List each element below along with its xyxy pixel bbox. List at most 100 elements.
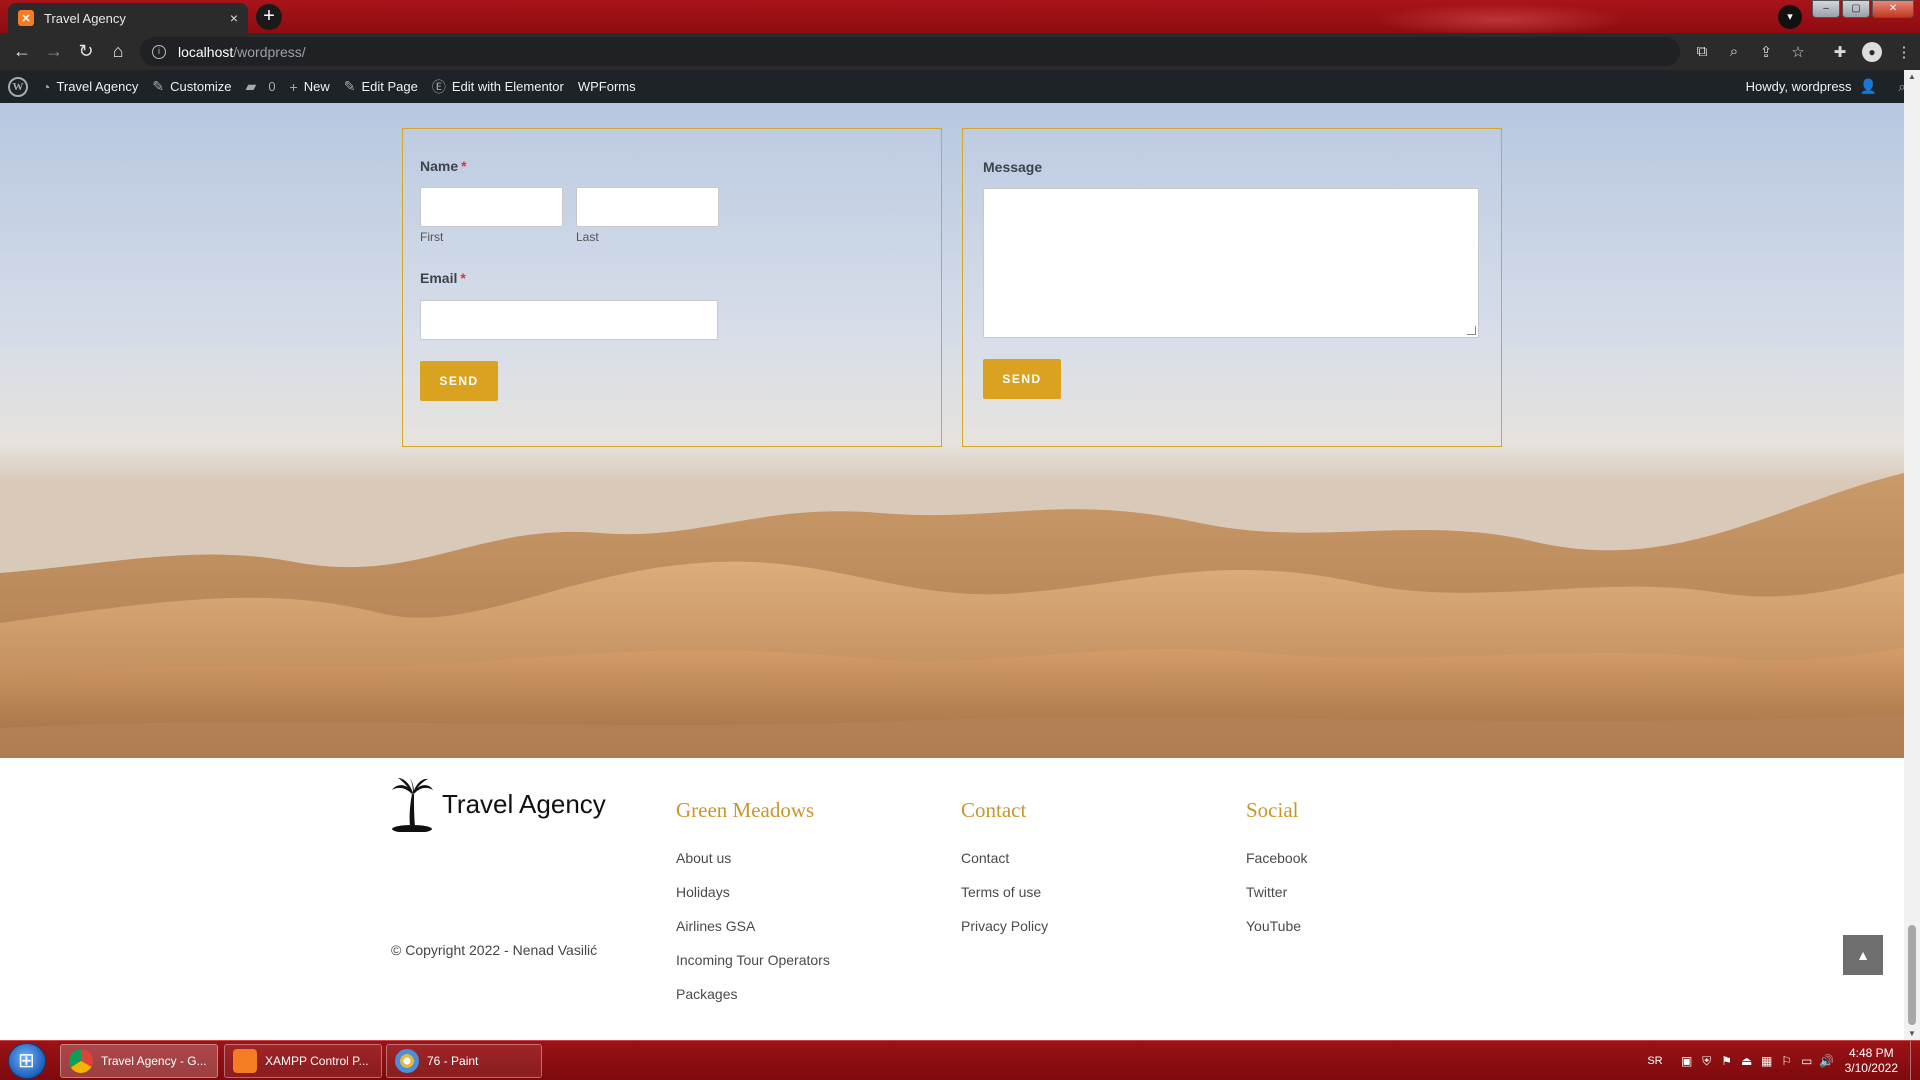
- usb-tray-icon[interactable]: ⏏: [1737, 1054, 1757, 1068]
- new-label: New: [303, 79, 330, 94]
- required-mark: *: [460, 270, 466, 286]
- browser-title-bar: ✕ Travel Agency × + ▾ – ▢ ✕: [0, 0, 1920, 33]
- footer-brand-name: Travel Agency: [442, 788, 606, 819]
- footer-link-airlines-gsa[interactable]: Airlines GSA: [676, 918, 755, 934]
- edit-page-label: Edit Page: [361, 79, 418, 94]
- tab-close-icon[interactable]: ×: [230, 10, 238, 26]
- footer-link-privacy[interactable]: Privacy Policy: [961, 918, 1048, 934]
- site-info-icon[interactable]: i: [152, 44, 166, 59]
- footer-col-contact-title: Contact: [961, 798, 1027, 822]
- show-desktop-button[interactable]: [1910, 1041, 1920, 1080]
- plus-icon: +: [289, 78, 298, 95]
- address-bar[interactable]: i localhost/wordpress/: [140, 37, 1680, 66]
- close-window-button[interactable]: ✕: [1872, 0, 1914, 18]
- palm-tree-icon: [392, 776, 433, 832]
- elementor-icon: Ⓔ: [431, 78, 446, 95]
- site-footer: Travel Agency Green Meadows About us Hol…: [0, 758, 1904, 1040]
- footer-link-holidays[interactable]: Holidays: [676, 884, 730, 900]
- send-button-right[interactable]: SEND: [983, 359, 1061, 399]
- window-controls: – ▢ ✕: [1810, 0, 1914, 18]
- profile-avatar-icon[interactable]: ●: [1862, 41, 1882, 62]
- network-tray-icon[interactable]: ⚑: [1717, 1054, 1737, 1068]
- footer-col-social-title: Social: [1246, 798, 1299, 822]
- last-sublabel: Last: [576, 230, 599, 244]
- first-name-input[interactable]: [420, 187, 563, 227]
- clock-time: 4:48 PM: [1848, 1046, 1894, 1060]
- wp-edit-page[interactable]: ✎ Edit Page: [337, 70, 425, 103]
- back-icon[interactable]: ←: [6, 41, 38, 62]
- desert-dunes-image: [0, 473, 1904, 758]
- brush-icon: ✎: [152, 78, 165, 94]
- wp-logo-menu[interactable]: W: [0, 70, 35, 103]
- scroll-to-top-button[interactable]: ▲: [1843, 935, 1883, 975]
- language-indicator[interactable]: SR: [1647, 1055, 1662, 1067]
- share-icon[interactable]: ⇪: [1750, 43, 1782, 61]
- footer-link-terms[interactable]: Terms of use: [961, 884, 1041, 900]
- forward-icon[interactable]: →: [38, 41, 70, 62]
- xampp-favicon-icon: ✕: [18, 10, 34, 26]
- app-tray-icon[interactable]: ▦: [1757, 1054, 1777, 1068]
- wp-customize[interactable]: ✎ Customize: [145, 70, 238, 103]
- footer-link-about-us[interactable]: About us: [676, 850, 731, 866]
- start-button[interactable]: [8, 1043, 46, 1079]
- footer-link-packages[interactable]: Packages: [676, 986, 737, 1002]
- reload-icon[interactable]: ↻: [70, 41, 102, 62]
- howdy-label: Howdy, wordpress: [1745, 79, 1852, 94]
- footer-link-contact[interactable]: Contact: [961, 850, 1009, 866]
- xampp-icon: [233, 1049, 257, 1073]
- taskbar-xampp[interactable]: XAMPP Control P...: [224, 1044, 382, 1078]
- translate-icon[interactable]: ⧉: [1686, 43, 1718, 60]
- wp-edit-elementor[interactable]: Ⓔ Edit with Elementor: [425, 70, 571, 103]
- footer-col-green-meadows-title: Green Meadows: [676, 798, 815, 822]
- toolbar-right: ⧉ ⌕ ⇪ ☆ ✚ ● ⋮: [1686, 33, 1920, 70]
- security-tray-icon[interactable]: ⛨: [1697, 1054, 1717, 1069]
- url-host: localhost: [178, 43, 234, 60]
- maximize-button[interactable]: ▢: [1842, 0, 1870, 18]
- browser-toolbar: ← → ↻ ⌂ i localhost/wordpress/ ⧉ ⌕ ⇪ ☆ ✚…: [0, 33, 1920, 70]
- taskbar-paint[interactable]: 76 - Paint: [386, 1044, 542, 1078]
- taskbar-chrome[interactable]: Travel Agency - G...: [60, 1044, 218, 1078]
- pencil-icon: ✎: [343, 78, 356, 94]
- tab-search-icon[interactable]: ▾: [1778, 5, 1802, 29]
- taskbar-clock[interactable]: 4:48 PM 3/10/2022: [1845, 1046, 1898, 1076]
- browser-menu-icon[interactable]: ⋮: [1888, 43, 1920, 61]
- zoom-icon[interactable]: ⌕: [1718, 43, 1750, 60]
- wp-new[interactable]: + New: [283, 70, 337, 103]
- wp-site-name[interactable]: ◔ Travel Agency: [35, 70, 145, 103]
- footer-brand[interactable]: Travel Agency: [390, 776, 606, 832]
- wpforms-label: WPForms: [577, 79, 636, 94]
- wp-account-menu[interactable]: Howdy, wordpress 👤: [1739, 70, 1884, 103]
- footer-link-incoming-tour-operators[interactable]: Incoming Tour Operators: [676, 952, 830, 968]
- dashboard-icon: ◔: [42, 78, 51, 95]
- email-label: Email *: [420, 270, 466, 286]
- scroll-down-arrow-icon[interactable]: ▼: [1908, 1029, 1916, 1038]
- browser-tab[interactable]: ✕ Travel Agency ×: [8, 3, 248, 33]
- send-button-left[interactable]: SEND: [420, 361, 498, 401]
- minimize-button[interactable]: –: [1812, 0, 1840, 18]
- extensions-icon[interactable]: ✚: [1824, 43, 1856, 61]
- scroll-up-arrow-icon[interactable]: ▲: [1908, 72, 1916, 81]
- email-input[interactable]: [420, 300, 718, 340]
- monitor-tray-icon[interactable]: ▭: [1797, 1054, 1817, 1068]
- comments-count: 0: [268, 79, 276, 94]
- wp-comments[interactable]: ▰ 0: [239, 70, 283, 103]
- bookmark-star-icon[interactable]: ☆: [1782, 43, 1814, 61]
- page-scrollbar[interactable]: ▲ ▼: [1904, 70, 1920, 1040]
- copyright-text: © Copyright 2022 - Nenad Vasilić: [391, 942, 598, 958]
- xampp-tray-icon[interactable]: ▣: [1677, 1054, 1697, 1068]
- flag-tray-icon[interactable]: ⚐: [1777, 1054, 1797, 1068]
- volume-tray-icon[interactable]: 🔊: [1817, 1054, 1837, 1068]
- scrollbar-thumb[interactable]: [1908, 925, 1916, 1025]
- chrome-icon: [69, 1049, 93, 1073]
- message-textarea[interactable]: [983, 188, 1479, 338]
- required-mark: *: [461, 158, 467, 174]
- last-name-input[interactable]: [576, 187, 719, 227]
- home-icon[interactable]: ⌂: [102, 41, 134, 62]
- footer-link-youtube[interactable]: YouTube: [1246, 918, 1301, 934]
- site-name-label: Travel Agency: [56, 79, 139, 94]
- contact-form-left: Name * First Last Email * SEND: [402, 128, 942, 447]
- footer-link-twitter[interactable]: Twitter: [1246, 884, 1287, 900]
- footer-link-facebook[interactable]: Facebook: [1246, 850, 1307, 866]
- wp-wpforms[interactable]: WPForms: [571, 70, 643, 103]
- new-tab-button[interactable]: +: [256, 4, 282, 30]
